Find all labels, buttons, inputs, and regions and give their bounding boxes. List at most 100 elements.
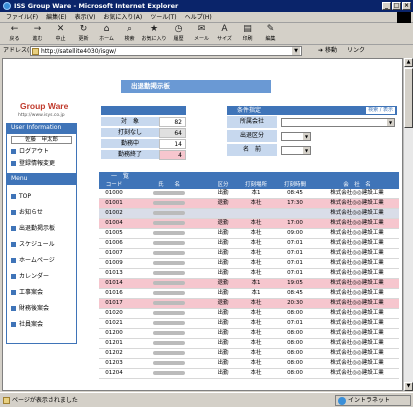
zone-label: イントラネット — [348, 397, 391, 404]
table-row: 01000 出勤 本1 08:45 株式会社◎◎建設工業 — [99, 189, 399, 200]
minimize-button[interactable]: _ — [382, 2, 391, 10]
cell-code[interactable]: 01014 — [99, 278, 129, 290]
cell-code[interactable]: 01016 — [99, 288, 129, 300]
edit-button[interactable]: ✎ 編集 — [259, 23, 282, 45]
stat-value: 4 — [159, 150, 186, 160]
cell-status: 出勤 — [209, 258, 237, 270]
sidebar-item-notices[interactable]: お知らせ — [11, 208, 43, 217]
forward-button[interactable]: → 進む — [26, 23, 49, 45]
cell-company: 株式会社◎◎建設工業 — [315, 358, 399, 370]
cell-status: 出勤 — [209, 308, 237, 320]
cell-code[interactable]: 01200 — [99, 328, 129, 340]
cell-code[interactable]: 01202 — [99, 348, 129, 360]
close-button[interactable]: × — [402, 2, 411, 10]
cell-code[interactable]: 01005 — [99, 228, 129, 240]
sidebar-item-employees[interactable]: 社員案会 — [11, 320, 43, 329]
menu-edit[interactable]: 編集(E) — [46, 12, 66, 22]
mail-button[interactable]: ✉ メール — [190, 23, 213, 45]
menu-file[interactable]: ファイル(F) — [6, 12, 38, 22]
cell-code[interactable]: 01000 — [99, 189, 129, 200]
cell-company: 株式会社◎◎建設工業 — [315, 318, 399, 330]
table-row: 01001 退勤 本社 17:30 株式会社◎◎建設工業 — [99, 198, 399, 210]
address-dropdown-icon[interactable]: ▼ — [292, 47, 300, 55]
search-display-button[interactable]: 検索 / 表示 — [366, 107, 395, 114]
cell-status: 出勤 — [209, 189, 237, 200]
vertical-scrollbar[interactable]: ▲ ▼ — [403, 58, 413, 391]
cell-code[interactable]: 01001 — [99, 198, 129, 210]
cell-code[interactable]: 01013 — [99, 268, 129, 280]
cell-code[interactable]: 01004 — [99, 218, 129, 230]
cell-time: 07:01 — [275, 238, 315, 250]
stats-panel: 対 象 82 打刻なし 64 勤務中 14 勤務終了 4 — [101, 106, 186, 164]
bullet-icon — [11, 194, 16, 199]
cell-company: 株式会社◎◎建設工業 — [315, 348, 399, 360]
menu-tools[interactable]: ツール(T) — [150, 12, 176, 22]
cell-code[interactable]: 01002 — [99, 208, 129, 220]
profile-edit-link[interactable]: 登録情報変更 — [11, 159, 55, 168]
cell-code[interactable]: 01007 — [99, 248, 129, 260]
cell-code[interactable]: 01204 — [99, 368, 129, 380]
cell-place: 本社 — [237, 238, 275, 250]
stop-button[interactable]: ✕ 中止 — [49, 23, 72, 45]
maximize-button[interactable]: □ — [392, 2, 401, 10]
window-titlebar: ISS Group Ware - Microsoft Internet Expl… — [0, 0, 413, 12]
sidebar-item-schedule[interactable]: スケジュール — [11, 240, 55, 249]
scroll-thumb[interactable] — [404, 68, 413, 128]
cell-code[interactable]: 01009 — [99, 258, 129, 270]
cell-place: 本社 — [237, 218, 275, 230]
group-ware-logo[interactable]: Group Ware — [20, 101, 68, 111]
menu-help[interactable]: ヘルプ(H) — [185, 12, 212, 22]
favorites-button[interactable]: ★ お気に入り — [141, 23, 167, 45]
menu-box: TOP お知らせ 出退勤掲示板 スケジュール ホームページ カレンダー 工事案会… — [6, 184, 77, 344]
redacted-name — [153, 340, 185, 345]
print-button[interactable]: ▤ 印刷 — [236, 23, 259, 45]
bullet-icon — [11, 306, 16, 311]
status-text: ページが表示されました — [12, 397, 78, 404]
status-select[interactable]: ▼ — [281, 132, 311, 141]
stat-label: 勤務中 — [101, 139, 159, 149]
sidebar-item-label: カレンダー — [19, 273, 50, 280]
company-select[interactable]: ▼ — [281, 118, 395, 127]
name-select[interactable]: ▼ — [281, 146, 311, 155]
font-size-button[interactable]: A サイズ — [213, 23, 236, 45]
cell-code[interactable]: 01020 — [99, 308, 129, 320]
table-row: 01014 退勤 本1 19:05 株式会社◎◎建設工業 — [99, 278, 399, 290]
cell-code[interactable]: 01017 — [99, 298, 129, 310]
scroll-up-icon[interactable]: ▲ — [404, 58, 413, 67]
sidebar-item-attendance-board[interactable]: 出退勤掲示板 — [11, 224, 55, 233]
history-button[interactable]: ◷ 履歴 — [167, 23, 190, 45]
cell-time: 08:00 — [275, 358, 315, 370]
links-button[interactable]: リンク — [347, 45, 365, 57]
group-ware-url[interactable]: http://www.isys.co.jp — [18, 113, 65, 118]
sidebar-item-top[interactable]: TOP — [11, 192, 31, 201]
go-button[interactable]: ➔ 移動 — [318, 46, 337, 56]
cell-company: 株式会社◎◎建設工業 — [315, 189, 399, 200]
search-button[interactable]: ⌕ 検索 — [118, 23, 141, 45]
bullet-icon — [11, 149, 16, 154]
sidebar-item-construction[interactable]: 工事案会 — [11, 288, 43, 297]
back-button[interactable]: ← 戻る — [3, 23, 26, 45]
cell-code[interactable]: 01201 — [99, 338, 129, 350]
cell-code[interactable]: 01006 — [99, 238, 129, 250]
cell-time: 08:00 — [275, 308, 315, 320]
print-label: 印刷 — [242, 36, 253, 42]
sidebar-item-calendar[interactable]: カレンダー — [11, 272, 49, 281]
cell-place: 本社 — [237, 268, 275, 280]
conditions-panel: 条件指定 検索 / 表示 所属会社 ▼ 出退区分 ▼ 名 前 ▼ — [227, 106, 397, 164]
cell-code[interactable]: 01203 — [99, 358, 129, 370]
bullet-icon — [11, 226, 16, 231]
cell-name — [129, 288, 209, 300]
address-input[interactable]: http://satellite4030/isgw/ ▼ — [30, 46, 302, 56]
logout-link[interactable]: ログアウト — [11, 147, 49, 156]
menu-favorites[interactable]: お気に入り(A) — [103, 12, 142, 22]
search-label: 検索 — [124, 36, 135, 42]
cell-name — [129, 228, 209, 240]
home-button[interactable]: ⌂ ホーム — [95, 23, 118, 45]
sidebar-item-homepage[interactable]: ホームページ — [11, 256, 55, 265]
refresh-button[interactable]: ↻ 更新 — [72, 23, 95, 45]
menu-view[interactable]: 表示(V) — [75, 12, 96, 22]
cell-code[interactable]: 01021 — [99, 318, 129, 330]
cell-time: 19:05 — [275, 278, 315, 290]
sidebar-item-finance[interactable]: 財務後案会 — [11, 304, 49, 313]
scroll-down-icon[interactable]: ▼ — [404, 382, 413, 391]
